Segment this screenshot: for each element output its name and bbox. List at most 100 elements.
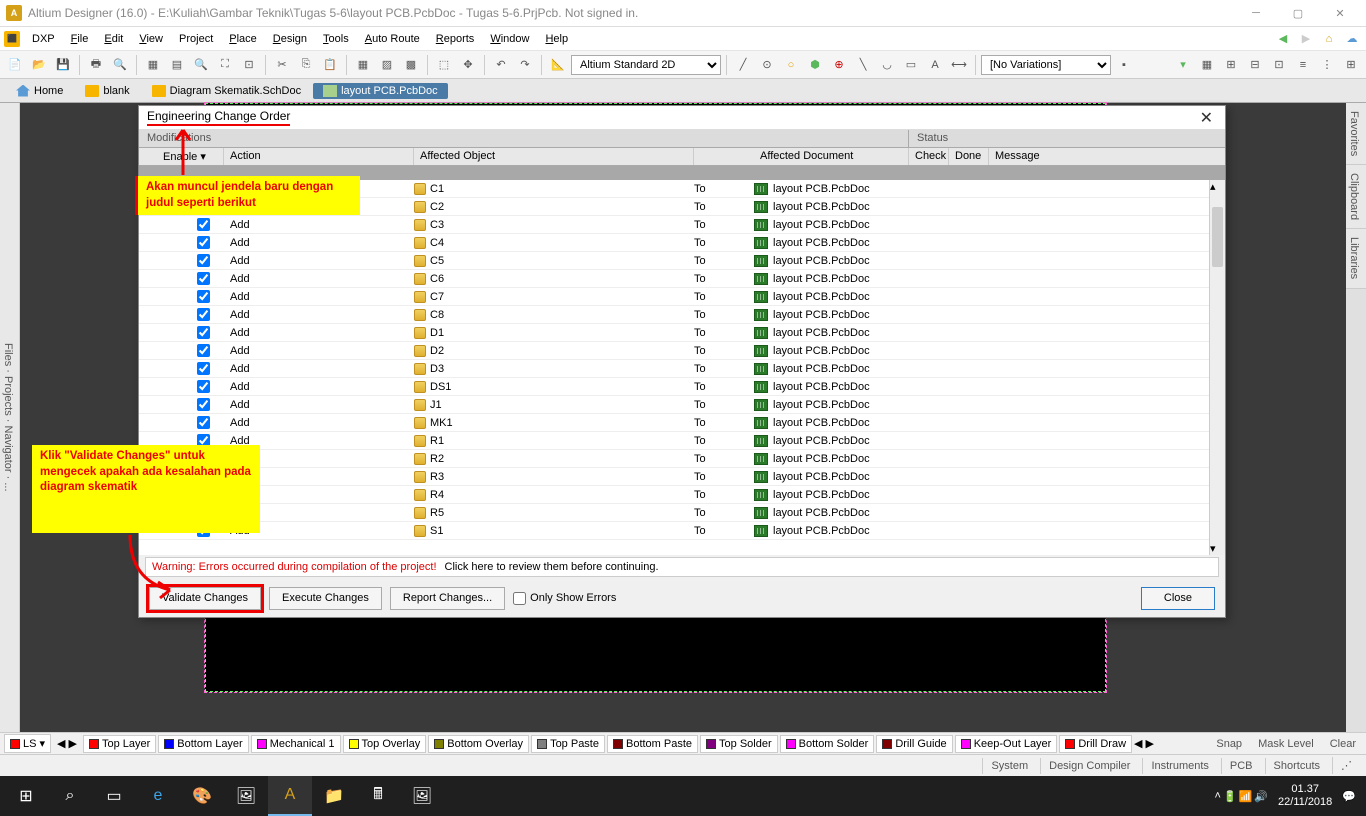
- layer-drill-draw[interactable]: Drill Draw: [1059, 735, 1132, 753]
- move-icon[interactable]: ✥: [457, 54, 479, 76]
- eco-close-button[interactable]: ✕: [1196, 108, 1217, 128]
- enable-checkbox[interactable]: [197, 362, 210, 375]
- tray-battery-icon[interactable]: 🔋: [1223, 790, 1237, 803]
- col-message[interactable]: Message: [989, 148, 1225, 165]
- status-instruments[interactable]: Instruments: [1142, 758, 1216, 774]
- explorer-icon[interactable]: 📁: [312, 776, 356, 816]
- r1-icon[interactable]: ▾: [1172, 54, 1194, 76]
- calc-icon[interactable]: 🖩: [356, 776, 400, 816]
- enable-checkbox[interactable]: [197, 236, 210, 249]
- cut-icon[interactable]: ✂: [271, 54, 293, 76]
- layer-top-overlay[interactable]: Top Overlay: [343, 735, 427, 753]
- copy-icon[interactable]: ⎘: [295, 54, 317, 76]
- enable-checkbox[interactable]: [197, 398, 210, 411]
- eco-row[interactable]: AddD1Tolayout PCB.PcbDoc: [139, 324, 1209, 342]
- maximize-button[interactable]: ▢: [1278, 2, 1318, 24]
- layer-top-layer[interactable]: Top Layer: [83, 735, 156, 753]
- eco-row[interactable]: AddJ1Tolayout PCB.PcbDoc: [139, 396, 1209, 414]
- layer-drill-guide[interactable]: Drill Guide: [876, 735, 952, 753]
- photos-icon[interactable]: 🖼: [224, 776, 268, 816]
- ruler-icon[interactable]: 📐: [547, 54, 569, 76]
- eco-row[interactable]: AddC4Tolayout PCB.PcbDoc: [139, 234, 1209, 252]
- minimize-button[interactable]: ─: [1236, 2, 1276, 24]
- menu-place[interactable]: Place: [221, 30, 265, 48]
- taskview-icon[interactable]: ▭: [92, 776, 136, 816]
- r2-icon[interactable]: ▦: [1196, 54, 1218, 76]
- col-affected-document[interactable]: Affected Document: [754, 148, 909, 165]
- layer-bottom-solder[interactable]: Bottom Solder: [780, 735, 875, 753]
- nav-back-icon[interactable]: ◀: [1273, 29, 1293, 49]
- col-check[interactable]: Check: [909, 148, 949, 165]
- menu-help[interactable]: Help: [537, 30, 576, 48]
- comp3-icon[interactable]: ▩: [400, 54, 422, 76]
- poly-icon[interactable]: ⬢: [804, 54, 826, 76]
- eco-row[interactable]: AddD2Tolayout PCB.PcbDoc: [139, 342, 1209, 360]
- menu-view[interactable]: View: [131, 30, 171, 48]
- layer-mechanical-1[interactable]: Mechanical 1: [251, 735, 341, 753]
- zoom-icon[interactable]: 🔍: [190, 54, 212, 76]
- menu-dxp[interactable]: DXP: [24, 30, 63, 48]
- save-icon[interactable]: 💾: [52, 54, 74, 76]
- altium-task-icon[interactable]: A: [268, 776, 312, 816]
- r5-icon[interactable]: ⊡: [1268, 54, 1290, 76]
- menu-tools[interactable]: Tools: [315, 30, 357, 48]
- eco-row[interactable]: AddC3Tolayout PCB.PcbDoc: [139, 216, 1209, 234]
- tab-schematic[interactable]: Diagram Skematik.SchDoc: [142, 83, 311, 99]
- tab-pcb[interactable]: layout PCB.PcbDoc: [313, 83, 448, 99]
- status-system[interactable]: System: [982, 758, 1036, 774]
- menu-file[interactable]: File: [63, 30, 97, 48]
- enable-checkbox[interactable]: [197, 218, 210, 231]
- eco-row[interactable]: AddR2Tolayout PCB.PcbDoc: [139, 450, 1209, 468]
- eco-row[interactable]: AddD3Tolayout PCB.PcbDoc: [139, 360, 1209, 378]
- r6-icon[interactable]: ≡: [1292, 54, 1314, 76]
- side-panel-left[interactable]: Files · Projects · Navigator · ...: [0, 103, 20, 732]
- edge-icon[interactable]: e: [136, 776, 180, 816]
- enable-checkbox[interactable]: [197, 416, 210, 429]
- eco-title-bar[interactable]: Engineering Change Order ✕: [139, 106, 1225, 130]
- print-icon[interactable]: 🖶: [85, 54, 107, 76]
- menu-design[interactable]: Design: [265, 30, 315, 48]
- start-button[interactable]: ⊞: [4, 776, 48, 816]
- layer-bottom-layer[interactable]: Bottom Layer: [158, 735, 248, 753]
- tab-home[interactable]: Home: [6, 83, 73, 99]
- r7-icon[interactable]: ⋮: [1316, 54, 1338, 76]
- layer-ls[interactable]: LS ▾: [4, 734, 51, 753]
- undo-icon[interactable]: ↶: [490, 54, 512, 76]
- menu-window[interactable]: Window: [482, 30, 537, 48]
- eco-row[interactable]: AddS1Tolayout PCB.PcbDoc: [139, 522, 1209, 540]
- eco-warning[interactable]: Warning: Errors occurred during compilat…: [145, 557, 1219, 577]
- layer-top-solder[interactable]: Top Solder: [700, 735, 778, 753]
- enable-checkbox[interactable]: [197, 308, 210, 321]
- layer-bottom-paste[interactable]: Bottom Paste: [607, 735, 698, 753]
- eco-row[interactable]: AddC8Tolayout PCB.PcbDoc: [139, 306, 1209, 324]
- preview-icon[interactable]: 🔍: [109, 54, 131, 76]
- dxp-icon[interactable]: ⬛: [4, 31, 20, 47]
- box-icon[interactable]: ▦: [142, 54, 164, 76]
- enable-checkbox[interactable]: [197, 326, 210, 339]
- col-action[interactable]: Action: [224, 148, 414, 165]
- tray-up-icon[interactable]: ˄: [1215, 790, 1221, 802]
- status-shortcuts[interactable]: Shortcuts: [1265, 758, 1328, 774]
- layers-icon[interactable]: ▤: [166, 54, 188, 76]
- r3-icon[interactable]: ⊞: [1220, 54, 1242, 76]
- enable-checkbox[interactable]: [197, 272, 210, 285]
- snap-button[interactable]: Snap: [1210, 736, 1248, 752]
- image-icon[interactable]: 🖼: [400, 776, 444, 816]
- dim-icon[interactable]: ⟷: [948, 54, 970, 76]
- eco-row[interactable]: AddDS1Tolayout PCB.PcbDoc: [139, 378, 1209, 396]
- close-button[interactable]: ✕: [1320, 2, 1360, 24]
- eco-row[interactable]: AddC6Tolayout PCB.PcbDoc: [139, 270, 1209, 288]
- menu-edit[interactable]: Edit: [96, 30, 131, 48]
- r8-icon[interactable]: ⊞: [1340, 54, 1362, 76]
- nav-fwd-icon[interactable]: ▶: [1296, 29, 1316, 49]
- r4-icon[interactable]: ⊟: [1244, 54, 1266, 76]
- tray-notifications-icon[interactable]: 💬: [1342, 790, 1356, 803]
- eco-rows[interactable]: AddC1Tolayout PCB.PcbDocAddC2Tolayout PC…: [139, 180, 1209, 555]
- eco-row[interactable]: AddMK1Tolayout PCB.PcbDoc: [139, 414, 1209, 432]
- tray-volume-icon[interactable]: 🔊: [1254, 790, 1268, 803]
- paint-icon[interactable]: 🎨: [180, 776, 224, 816]
- comp-icon[interactable]: ▦: [352, 54, 374, 76]
- tray-wifi-icon[interactable]: 📶: [1239, 790, 1253, 803]
- line-icon[interactable]: ╲: [852, 54, 874, 76]
- status-pcb[interactable]: PCB: [1221, 758, 1261, 774]
